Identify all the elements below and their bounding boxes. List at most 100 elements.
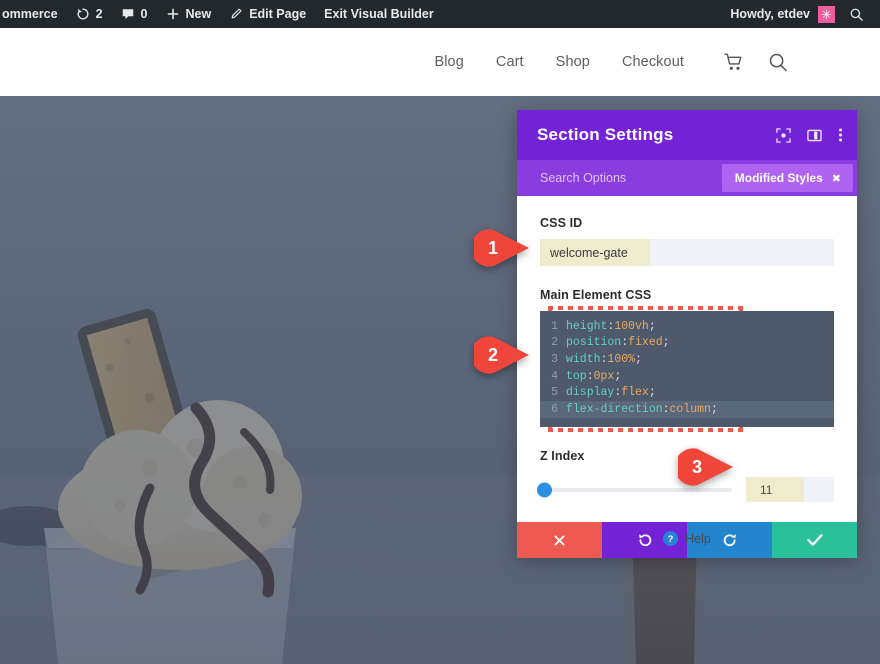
modified-styles-badge[interactable]: Modified Styles ✖ (721, 164, 853, 192)
code-terminator: ; (648, 386, 656, 400)
code-property: position (566, 336, 622, 350)
code-property: display (566, 386, 615, 400)
admin-bar-item-comments[interactable]: 0 (112, 0, 157, 28)
code-property: top (566, 369, 587, 383)
admin-bar-exit-vb-label: Exit Visual Builder (324, 7, 434, 21)
code-line[interactable]: 4 top : 0px ; (540, 368, 834, 385)
code-value: 100vh (614, 319, 649, 333)
admin-bar-search-icon[interactable] (835, 7, 872, 22)
line-number: 2 (551, 336, 558, 350)
code-property: flex-direction (566, 402, 663, 416)
callout-pin-2: 2 (474, 336, 530, 374)
admin-bar-left-group: ommerce 2 0 New Edit Page Exit Visual Bu… (0, 0, 443, 28)
header-search-icon[interactable] (768, 52, 788, 72)
code-punctuation: : (600, 352, 608, 366)
callout-number: 3 (691, 456, 702, 477)
code-terminator: ; (662, 336, 670, 350)
code-terminator: ; (648, 319, 656, 333)
nav-item-checkout[interactable]: Checkout (606, 54, 700, 70)
code-punctuation: : (586, 369, 594, 383)
screen: ommerce 2 0 New Edit Page Exit Visual Bu… (0, 0, 880, 664)
section-settings-modal: Section Settings Search Options Modified… (517, 110, 857, 558)
code-value: column (669, 402, 711, 416)
help-link[interactable]: ? Help (540, 531, 834, 546)
main-nav: Blog Cart Shop Checkout (418, 54, 700, 70)
code-punctuation: : (621, 336, 629, 350)
code-value: 100% (607, 352, 636, 366)
admin-bar-new-label: New (185, 7, 212, 21)
nav-item-blog[interactable]: Blog (418, 54, 479, 70)
avatar[interactable]: ✳ (818, 5, 835, 23)
header-icon-group (724, 52, 788, 72)
z-index-slider[interactable] (537, 482, 732, 497)
field-css-id: CSS ID welcome-gate (540, 216, 834, 266)
nav-item-shop[interactable]: Shop (540, 54, 606, 70)
code-line[interactable]: 5 display : flex ; (540, 384, 834, 401)
code-property: height (566, 319, 608, 333)
code-property: width (566, 352, 601, 366)
revisions-icon (76, 7, 90, 21)
marker-dash-bottom (548, 428, 743, 432)
marker-dash-top (548, 306, 743, 310)
code-terminator: ; (635, 352, 642, 366)
callout-pin-3: 3 (678, 448, 734, 486)
admin-bar-item-edit-page[interactable]: Edit Page (220, 0, 315, 28)
css-id-input[interactable]: welcome-gate (540, 239, 834, 266)
nav-item-cart[interactable]: Cart (480, 54, 540, 70)
z-index-input[interactable]: 11 (746, 477, 834, 502)
code-punctuation: : (614, 386, 622, 400)
line-number: 4 (551, 369, 558, 383)
code-terminator: ; (710, 402, 718, 416)
plus-icon (166, 7, 180, 21)
css-id-label: CSS ID (540, 216, 583, 230)
search-options-input[interactable]: Search Options (540, 171, 722, 185)
modal-header: Section Settings (517, 110, 857, 160)
code-value: flex (621, 386, 649, 400)
code-line[interactable]: 1 height : 100vh ; (540, 318, 834, 335)
admin-bar-site-label: ommerce (2, 7, 58, 21)
z-index-slider-knob[interactable] (537, 482, 552, 497)
line-number: 6 (551, 402, 558, 416)
line-number: 5 (551, 386, 558, 400)
modal-search-bar: Search Options Modified Styles ✖ (517, 160, 857, 196)
line-number: 3 (551, 352, 558, 366)
expand-icon[interactable] (776, 127, 791, 143)
callout-pin-1: 1 (474, 229, 530, 267)
admin-bar-item-revisions[interactable]: 2 (67, 0, 112, 28)
wp-admin-bar: ommerce 2 0 New Edit Page Exit Visual Bu… (0, 0, 880, 28)
code-punctuation: : (607, 319, 615, 333)
admin-bar-item-new[interactable]: New (157, 0, 221, 28)
code-line-active[interactable]: 6 flex-direction : column ; (540, 400, 834, 418)
z-index-value: 11 (760, 482, 773, 497)
comment-icon (121, 7, 135, 21)
code-value: fixed (628, 336, 663, 350)
code-punctuation: : (662, 402, 670, 416)
admin-bar-item-exit-visual-builder[interactable]: Exit Visual Builder (315, 0, 443, 28)
callout-number: 1 (487, 237, 498, 258)
svg-text:?: ? (668, 534, 674, 544)
site-header: Blog Cart Shop Checkout (0, 28, 880, 96)
line-number: 1 (551, 319, 558, 333)
code-line[interactable]: 3 width : 100% ; (540, 351, 834, 368)
help-circle-icon: ? (663, 531, 679, 546)
admin-bar-right-group: Howdy, etdev ✳ (730, 0, 880, 28)
layout-icon[interactable] (807, 128, 822, 143)
code-terminator: ; (614, 369, 622, 383)
main-element-css-label: Main Element CSS (540, 288, 652, 302)
admin-bar-comments-count: 0 (140, 7, 148, 21)
pencil-icon (229, 7, 243, 21)
callout-number: 2 (487, 344, 498, 365)
modal-header-icons (776, 127, 843, 143)
help-label: Help (685, 531, 711, 546)
admin-bar-edit-page-label: Edit Page (249, 7, 307, 21)
admin-bar-revisions-count: 2 (95, 7, 103, 21)
css-id-value: welcome-gate (550, 245, 628, 260)
code-line[interactable]: 2 position : fixed ; (540, 335, 834, 352)
close-icon[interactable]: ✖ (832, 172, 841, 185)
admin-bar-item-site[interactable]: ommerce (0, 0, 67, 28)
code-value: 0px (593, 369, 615, 383)
more-vertical-icon[interactable] (838, 127, 843, 143)
howdy-label: Howdy, etdev (730, 7, 810, 21)
cart-icon[interactable] (724, 53, 744, 72)
css-code-editor[interactable]: 1 height : 100vh ; 2 position : fixed ; (540, 311, 834, 427)
